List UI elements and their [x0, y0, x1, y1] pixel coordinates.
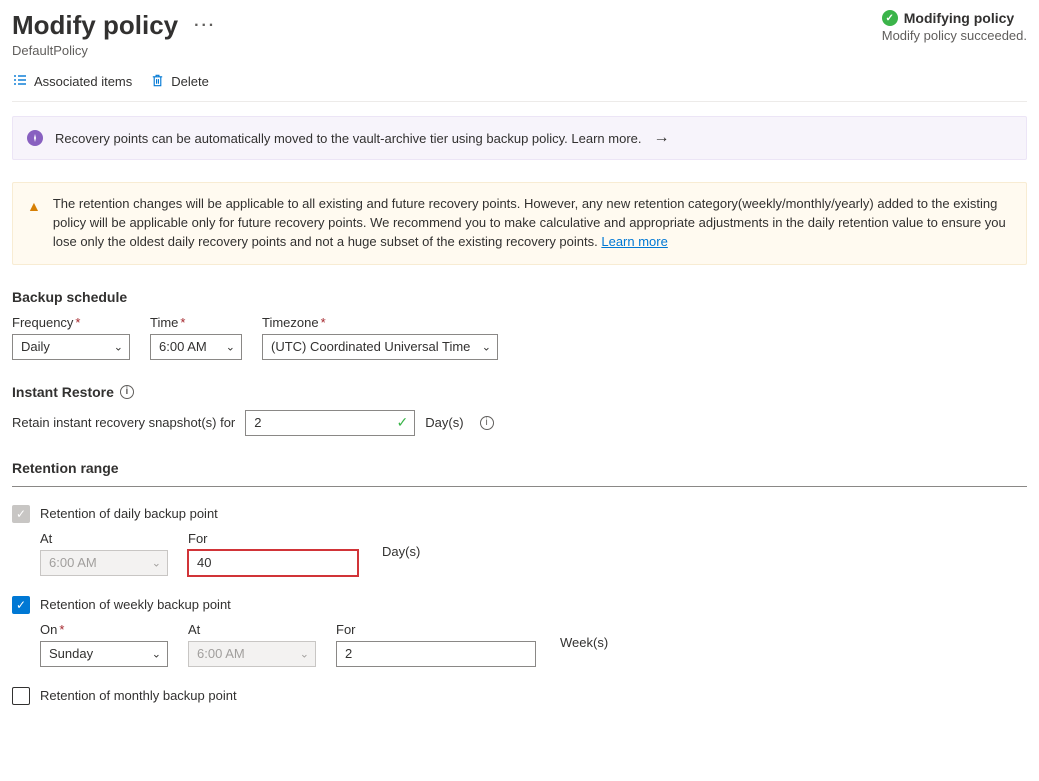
daily-unit: Day(s)	[382, 544, 420, 562]
divider	[12, 486, 1027, 487]
weekly-on-select[interactable]: Sunday ⌄	[40, 641, 168, 667]
status-subtitle: Modify policy succeeded.	[882, 28, 1027, 43]
daily-at-label: At	[40, 531, 168, 546]
more-icon[interactable]: ···	[194, 17, 216, 35]
weekly-on-label: On*	[40, 622, 168, 637]
frequency-select[interactable]: Daily ⌄	[12, 334, 130, 360]
backup-schedule-title: Backup schedule	[12, 289, 1027, 305]
associated-items-label: Associated items	[34, 74, 132, 89]
chevron-down-icon: ⌄	[114, 340, 123, 353]
info-banner-learn-more[interactable]: →	[654, 129, 670, 147]
monthly-retention-label: Retention of monthly backup point	[40, 688, 237, 703]
weekly-retention-checkbox[interactable]: ✓	[12, 596, 30, 614]
checkmark-icon: ✓	[397, 414, 409, 431]
time-select[interactable]: 6:00 AM ⌄	[150, 334, 242, 360]
page-title: Modify policy	[12, 10, 178, 41]
instant-restore-unit: Day(s)	[425, 415, 463, 430]
chevron-down-icon: ⌄	[152, 647, 161, 660]
info-banner: Recovery points can be automatically mov…	[12, 116, 1027, 160]
timezone-label: Timezone*	[262, 315, 498, 330]
status-title: Modifying policy	[904, 10, 1014, 26]
list-icon	[12, 72, 28, 91]
info-banner-text: Recovery points can be automatically mov…	[55, 131, 642, 146]
info-icon[interactable]: i	[120, 385, 134, 399]
daily-retention-label: Retention of daily backup point	[40, 506, 218, 521]
weekly-unit: Week(s)	[560, 635, 608, 653]
timezone-select[interactable]: (UTC) Coordinated Universal Time ⌄	[262, 334, 498, 360]
daily-at-select: 6:00 AM ⌄	[40, 550, 168, 576]
weekly-retention-label: Retention of weekly backup point	[40, 597, 231, 612]
arrow-right-icon: →	[654, 129, 670, 147]
frequency-label: Frequency*	[12, 315, 130, 330]
instant-restore-title: Instant Restore	[12, 384, 114, 400]
weekly-for-label: For	[336, 622, 536, 637]
warning-text: The retention changes will be applicable…	[53, 196, 1006, 249]
success-icon: ✓	[882, 10, 898, 26]
trash-icon	[150, 73, 165, 91]
info-icon[interactable]: i	[480, 416, 494, 430]
delete-button[interactable]: Delete	[150, 73, 209, 91]
delete-label: Delete	[171, 74, 209, 89]
chevron-down-icon: ⌄	[300, 647, 309, 660]
instant-restore-input[interactable]: 2 ✓	[245, 410, 415, 436]
time-label: Time*	[150, 315, 242, 330]
daily-for-input[interactable]: 40	[188, 550, 358, 576]
daily-for-label: For	[188, 531, 358, 546]
chevron-down-icon: ⌄	[482, 340, 491, 353]
chevron-down-icon: ⌄	[152, 556, 161, 569]
associated-items-button[interactable]: Associated items	[12, 72, 132, 91]
weekly-at-label: At	[188, 622, 316, 637]
instant-restore-label: Retain instant recovery snapshot(s) for	[12, 415, 235, 430]
page-subtitle: DefaultPolicy	[12, 43, 216, 58]
warning-icon: ▲	[27, 196, 41, 216]
compass-icon	[27, 130, 43, 146]
chevron-down-icon: ⌄	[226, 340, 235, 353]
monthly-retention-checkbox[interactable]	[12, 687, 30, 705]
weekly-at-select: 6:00 AM ⌄	[188, 641, 316, 667]
retention-range-title: Retention range	[12, 460, 1027, 476]
weekly-for-input[interactable]: 2	[336, 641, 536, 667]
warning-learn-more[interactable]: Learn more	[601, 234, 667, 249]
daily-retention-checkbox[interactable]: ✓	[12, 505, 30, 523]
warning-banner: ▲ The retention changes will be applicab…	[12, 182, 1027, 265]
